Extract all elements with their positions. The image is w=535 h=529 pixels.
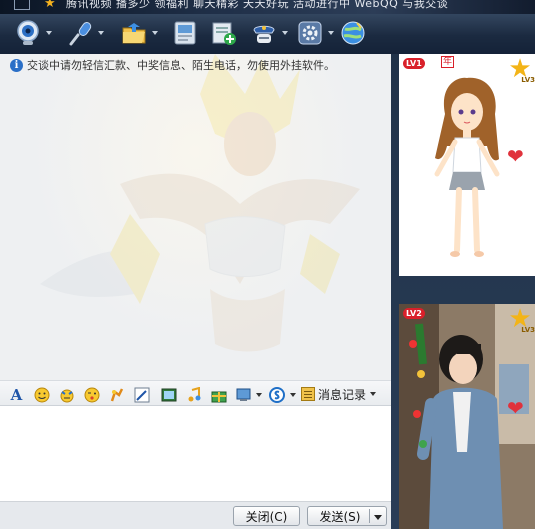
level-badge: LV2 bbox=[403, 308, 425, 319]
chat-toolbar bbox=[0, 14, 535, 54]
contact-avatar-show[interactable]: LV1 年 ★ LV3 ❤ bbox=[399, 54, 535, 276]
add-group-icon bbox=[210, 19, 238, 47]
window-icon bbox=[14, 0, 30, 10]
title-bar: ★ 腾讯视频 播多少 领福利 聊天精彩 天天好玩 活动进行中 WebQQ 与我交… bbox=[0, 0, 535, 14]
security-notice-text: 交谈中请勿轻信汇款、中奖信息、陌生电话，勿使用外挂软件。 bbox=[27, 59, 335, 72]
send-file-button[interactable] bbox=[120, 17, 158, 49]
font-icon[interactable]: A bbox=[8, 386, 25, 404]
chat-background-art bbox=[40, 54, 360, 352]
chevron-down-icon[interactable] bbox=[370, 392, 377, 396]
heart-icon[interactable]: ❤ bbox=[507, 144, 524, 168]
browser-button[interactable] bbox=[339, 17, 367, 49]
close-button[interactable]: 关闭(C) bbox=[233, 506, 300, 526]
star-level-label: LV3 bbox=[521, 326, 535, 334]
voice-chat-button[interactable] bbox=[66, 17, 104, 49]
gear-icon bbox=[296, 19, 324, 47]
chevron-down-icon[interactable] bbox=[374, 515, 382, 520]
format-toolbar: A 消息记录 bbox=[0, 380, 391, 406]
chevron-down-icon[interactable] bbox=[152, 31, 158, 35]
security-notice: i 交谈中请勿轻信汇款、中奖信息、陌生电话，勿使用外挂软件。 bbox=[10, 57, 335, 73]
message-input[interactable] bbox=[0, 406, 391, 501]
chat-pane: i 交谈中请勿轻信汇款、中奖信息、陌生电话，勿使用外挂软件。 A 消息记录 关闭… bbox=[0, 54, 391, 529]
apps-button[interactable] bbox=[296, 17, 334, 49]
message-history-label: 消息记录 bbox=[318, 387, 367, 402]
create-group-button[interactable] bbox=[210, 17, 238, 49]
heart-icon[interactable]: ❤ bbox=[507, 396, 524, 420]
chevron-down-icon[interactable] bbox=[46, 31, 52, 35]
magic-emoticon-icon[interactable] bbox=[58, 386, 75, 403]
send-button-divider bbox=[369, 509, 370, 523]
chevron-down-icon[interactable] bbox=[290, 393, 296, 397]
message-history-button[interactable]: 消息记录 bbox=[301, 385, 377, 403]
microphone-icon bbox=[66, 19, 94, 47]
image-icon[interactable] bbox=[235, 386, 252, 403]
chevron-down-icon[interactable] bbox=[328, 31, 334, 35]
payment-icon[interactable] bbox=[268, 386, 285, 403]
message-icon bbox=[171, 19, 199, 47]
music-icon[interactable] bbox=[185, 386, 202, 403]
folder-icon bbox=[120, 19, 148, 47]
history-icon bbox=[301, 387, 315, 401]
shake-icon[interactable] bbox=[108, 386, 125, 403]
draw-icon[interactable] bbox=[133, 386, 150, 403]
chevron-down-icon[interactable] bbox=[282, 31, 288, 35]
star-icon: ★ bbox=[44, 0, 56, 11]
globe-icon bbox=[339, 19, 367, 47]
self-avatar-show[interactable]: LV2 ★ LV3 ❤ bbox=[399, 304, 535, 529]
camera-icon bbox=[14, 19, 42, 47]
police-icon bbox=[250, 19, 278, 47]
smiley-icon[interactable] bbox=[33, 386, 50, 403]
send-button[interactable]: 发送(S) bbox=[307, 506, 387, 526]
info-icon: i bbox=[10, 58, 23, 72]
title-text: 腾讯视频 播多少 领福利 聊天精彩 天天好玩 活动进行中 WebQQ 与我交谈 bbox=[66, 0, 449, 10]
screenshot-icon[interactable] bbox=[160, 386, 177, 403]
chevron-down-icon[interactable] bbox=[98, 31, 104, 35]
side-panel: LV1 年 ★ LV3 ❤ LV2 ★ LV3 ❤ bbox=[391, 54, 535, 529]
gift-icon[interactable] bbox=[210, 386, 227, 403]
send-button-label: 发送(S) bbox=[319, 509, 361, 524]
action-bar: 关闭(C) 发送(S) bbox=[0, 501, 391, 529]
wink-icon[interactable] bbox=[83, 386, 100, 403]
send-sms-button[interactable] bbox=[171, 17, 199, 49]
close-button-label: 关闭(C) bbox=[245, 509, 288, 524]
remote-assist-button[interactable] bbox=[250, 17, 288, 49]
video-chat-button[interactable] bbox=[14, 17, 52, 49]
message-history[interactable]: i 交谈中请勿轻信汇款、中奖信息、陌生电话，勿使用外挂软件。 bbox=[0, 54, 391, 380]
chevron-down-icon[interactable] bbox=[256, 393, 262, 397]
